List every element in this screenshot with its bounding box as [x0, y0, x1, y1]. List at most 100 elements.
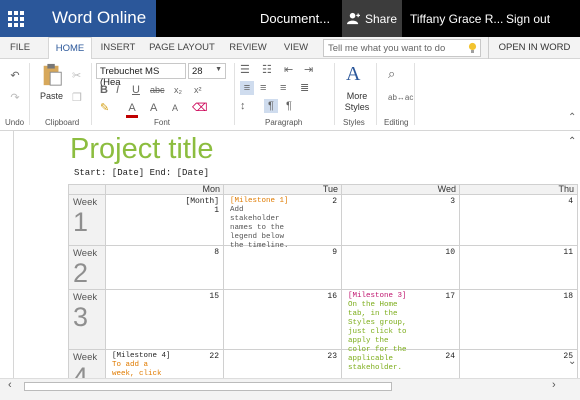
day-cell[interactable]: 2 [Milestone 1] Add stakeholder names to… — [223, 194, 342, 250]
chevron-down-icon: ▼ — [215, 66, 222, 73]
day-cell[interactable]: 15 — [105, 289, 224, 350]
scroll-thumb[interactable] — [24, 382, 392, 391]
scroll-left-icon[interactable]: ‹ — [8, 379, 12, 391]
milestone-label: [Milestone 3] — [348, 292, 407, 300]
find-icon[interactable]: ⌕ — [388, 67, 395, 81]
group-label-paragraph: Paragraph — [265, 118, 303, 127]
scroll-right-icon[interactable]: › — [552, 379, 556, 391]
day-cell[interactable]: 11 — [459, 245, 578, 290]
page-margin-line — [13, 131, 14, 378]
app-launcher-icon[interactable] — [6, 9, 26, 29]
status-bar — [0, 393, 580, 400]
numbering-icon[interactable]: ☷ — [262, 63, 272, 77]
increase-indent-icon[interactable]: ⇥ — [304, 63, 313, 77]
replace-icon[interactable]: ab↔ac — [388, 91, 413, 105]
day-cell[interactable]: 9 — [223, 245, 342, 290]
open-in-word-button[interactable]: OPEN IN WORD — [488, 37, 580, 59]
italic-icon[interactable]: I — [116, 83, 119, 97]
document-title-heading[interactable]: Project title — [70, 133, 213, 166]
day-cell[interactable]: 25 — [459, 349, 578, 378]
week-row: Week 3 15 16 17 [Milestone 3] On the Hom… — [68, 289, 578, 372]
day-cell[interactable]: 24 — [341, 349, 460, 378]
tell-me-input[interactable]: Tell me what you want to do — [323, 39, 481, 57]
shrink-font-icon[interactable]: A — [172, 101, 178, 115]
share-person-icon — [346, 12, 360, 25]
day-cell[interactable]: 17 [Milestone 3] On the Home tab, in the… — [341, 289, 460, 372]
superscript-icon[interactable]: x² — [194, 83, 202, 97]
bullets-icon[interactable]: ☰ — [240, 63, 250, 77]
justify-icon[interactable]: ≣ — [300, 81, 309, 95]
day-cell[interactable]: [Month] 1 — [105, 194, 224, 246]
tab-insert[interactable]: INSERT — [96, 37, 140, 59]
align-center-icon[interactable]: ≡ — [260, 81, 266, 95]
day-number: 3 — [450, 197, 455, 206]
tab-view[interactable]: VIEW — [278, 37, 314, 59]
document-title[interactable]: Document... — [260, 11, 330, 26]
paste-button[interactable]: Paste — [38, 63, 66, 103]
copy-icon[interactable]: ❐ — [72, 91, 82, 105]
group-label-undo: Undo — [5, 118, 25, 127]
tab-page-layout[interactable]: PAGE LAYOUT — [146, 37, 218, 59]
day-cell[interactable]: 22 [Milestone 4] To add a week, click in… — [105, 349, 224, 378]
user-name[interactable]: Tiffany Grace R... — [410, 12, 503, 26]
font-color-icon[interactable]: A — [126, 101, 138, 118]
font-size-select[interactable]: 28 ▼ — [188, 63, 226, 79]
day-cell[interactable]: 16 — [223, 289, 342, 350]
week-cell[interactable]: Week 2 — [68, 245, 106, 290]
month-label: [Month] — [185, 197, 219, 206]
undo-icon[interactable]: ↶ — [8, 69, 22, 83]
day-cell[interactable]: 23 — [223, 349, 342, 378]
week-cell[interactable]: Week 1 — [68, 194, 106, 246]
tab-home[interactable]: HOME — [48, 37, 92, 60]
milestone-label: [Milestone 4] — [112, 352, 171, 360]
horizontal-scrollbar[interactable]: ‹ › — [0, 378, 580, 393]
bold-icon[interactable]: B — [100, 83, 108, 97]
week-cell[interactable]: Week 3 — [68, 289, 106, 350]
subscript-icon[interactable]: x₂ — [174, 83, 182, 97]
more-styles-button[interactable]: A More Styles — [338, 63, 372, 115]
align-left-icon[interactable]: ≡ — [240, 81, 254, 95]
tab-file[interactable]: FILE — [0, 37, 40, 59]
decrease-indent-icon[interactable]: ⇤ — [284, 63, 293, 77]
day-cell[interactable]: 10 — [341, 245, 460, 290]
paste-label: Paste — [40, 91, 64, 101]
day-number: 9 — [332, 248, 337, 257]
app-name[interactable]: Word Online — [52, 8, 146, 28]
cut-icon[interactable]: ✂ — [72, 69, 81, 83]
day-header-thu: Thu — [459, 184, 578, 195]
day-number: 2 — [332, 197, 337, 206]
clear-formatting-icon[interactable]: ⌫ — [192, 101, 208, 115]
styles-icon: A — [346, 63, 361, 85]
line-spacing-icon[interactable]: ↕ — [240, 99, 246, 113]
redo-icon[interactable]: ↷ — [8, 91, 22, 105]
document-canvas[interactable]: Project title Start: [Date] End: [Date] … — [0, 131, 580, 378]
share-label: Share — [364, 11, 398, 26]
day-number: 16 — [327, 292, 337, 301]
day-cell[interactable]: 8 — [105, 245, 224, 290]
day-cell[interactable]: 4 — [459, 194, 578, 246]
font-name-select[interactable]: Trebuchet MS (Hea — [96, 63, 186, 88]
scroll-up-icon[interactable]: ⌃ — [568, 136, 576, 147]
sign-out-link[interactable]: Sign out — [506, 12, 550, 26]
ltr-icon[interactable]: ¶ — [264, 99, 278, 113]
more-styles-label: More Styles — [344, 91, 370, 112]
strikethrough-icon[interactable]: abc — [150, 83, 165, 97]
day-number: 23 — [327, 352, 337, 361]
title-bar: Word Online Document... Share Tiffany Gr… — [0, 0, 580, 37]
calendar-table: Mon Tue Wed Thu Week 1 [Month] 1 2 [Mile… — [68, 184, 578, 378]
scroll-down-icon[interactable]: ⌄ — [568, 356, 576, 367]
day-cell[interactable]: 18 — [459, 289, 578, 350]
grow-font-icon[interactable]: A — [150, 101, 157, 115]
milestone-label: [Milestone 1] — [230, 197, 289, 205]
start-end-dates[interactable]: Start: [Date] End: [Date] — [74, 168, 209, 178]
rtl-icon[interactable]: ¶ — [286, 99, 292, 113]
align-right-icon[interactable]: ≡ — [280, 81, 286, 95]
week-cell[interactable]: Week 4 — [68, 349, 106, 378]
highlight-icon[interactable]: ✎ — [100, 101, 109, 115]
underline-icon[interactable]: U — [132, 83, 140, 97]
vertical-scrollbar[interactable]: ⌃ ⌄ — [566, 136, 580, 376]
day-cell[interactable]: 3 — [341, 194, 460, 246]
tab-review[interactable]: REVIEW — [224, 37, 272, 59]
collapse-ribbon-icon[interactable]: ⌃ — [568, 111, 576, 125]
share-button[interactable]: Share — [342, 0, 402, 37]
